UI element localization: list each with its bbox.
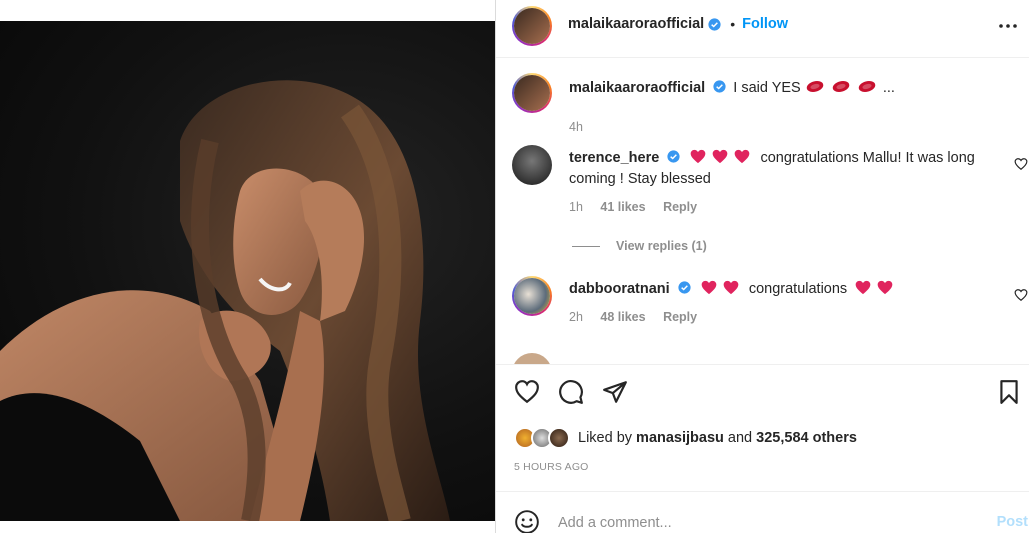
post-details-panel: malaikaaroraofficial • Follow malaikaaro… (495, 0, 1029, 533)
verified-badge-icon (708, 17, 721, 31)
comment-meta: 1h 41 likes Reply (569, 200, 711, 214)
heart-emoji-icon (735, 149, 750, 164)
comment-item: terence_here congratulations Mallu! It w… (496, 145, 1029, 255)
comment-like-heart-icon[interactable] (1014, 288, 1028, 302)
emoji-icon[interactable] (514, 509, 540, 533)
caption-body: I said YES (733, 80, 801, 96)
caption-meta: 4h (569, 120, 597, 134)
comment-time[interactable]: 2h (569, 310, 583, 324)
caption-avatar[interactable] (512, 73, 552, 113)
comment-text: dabbooratnani congratulations (569, 279, 989, 300)
liker-avatars (514, 427, 572, 449)
verified-badge-icon (713, 80, 726, 93)
caption-time[interactable]: 4h (569, 120, 583, 134)
heart-emoji-icon (723, 280, 739, 295)
replies-divider (572, 245, 600, 247)
author-avatar[interactable] (512, 6, 552, 46)
comment-meta: 2h 48 likes Reply (569, 310, 711, 324)
red-heart-emoji-icon (858, 81, 876, 92)
verified-badge-icon (678, 281, 691, 294)
portrait-illustration (0, 80, 450, 521)
verified-badge-icon (667, 150, 680, 163)
comment-like-heart-icon[interactable] (1014, 157, 1028, 171)
comment-username[interactable]: dabbooratnani (569, 281, 670, 297)
liker-avatar[interactable] (548, 427, 570, 449)
caption-text: malaikaaroraofficial I said YES ... (569, 78, 989, 99)
comment-likes[interactable]: 48 likes (600, 310, 645, 324)
add-comment-input[interactable] (558, 512, 978, 533)
comment-composer: Post (496, 491, 1029, 533)
view-replies-label: View replies (1) (616, 239, 707, 253)
author-username[interactable]: malaikaaroraofficial (568, 16, 704, 32)
liked-by-user[interactable]: manasijbasu (636, 430, 724, 446)
caption-item: malaikaaroraofficial I said YES ... 4h (496, 73, 1029, 134)
comment-likes[interactable]: 41 likes (600, 200, 645, 214)
commenter-avatar[interactable] (512, 145, 552, 185)
reply-button[interactable]: Reply (663, 200, 697, 214)
post-header: malaikaaroraofficial • Follow (496, 0, 1029, 58)
heart-emoji-icon (877, 280, 893, 295)
red-heart-emoji-icon (806, 81, 824, 92)
separator-dot: • (730, 16, 736, 32)
heart-emoji-icon (855, 280, 871, 295)
heart-emoji-icon (691, 149, 706, 164)
post-actions: Liked by manasijbasu and 325,584 others … (496, 364, 1029, 502)
comment-body: congratulations (748, 281, 848, 297)
comment-text: terence_here congratulations Mallu! It w… (569, 148, 989, 190)
post-media-panel (0, 0, 495, 533)
caption-username[interactable]: malaikaaroraofficial (569, 80, 705, 96)
post-photo[interactable] (0, 21, 495, 521)
post-timestamp[interactable]: 5 HOURS AGO (514, 461, 589, 473)
heart-icon[interactable] (514, 379, 540, 405)
liked-by-and: and (727, 430, 753, 446)
red-heart-emoji-icon (832, 81, 850, 92)
comment-username[interactable]: terence_here (569, 150, 659, 166)
post-comment-button[interactable]: Post (997, 514, 1028, 530)
reply-button[interactable]: Reply (663, 310, 697, 324)
heart-emoji-icon (713, 149, 728, 164)
commenter-avatar[interactable] (512, 276, 552, 316)
comment-icon[interactable] (558, 379, 584, 405)
more-horizontal-icon[interactable] (996, 14, 1020, 38)
comment-time[interactable]: 1h (569, 200, 583, 214)
bookmark-icon[interactable] (996, 379, 1022, 405)
liked-by-prefix: Liked by (578, 430, 633, 446)
caption-ellipsis: ... (882, 80, 895, 96)
heart-emoji-icon (701, 280, 717, 295)
liked-by-summary: Liked by manasijbasu and 325,584 others (514, 427, 857, 449)
comments-list[interactable]: malaikaaroraofficial I said YES ... 4h t… (496, 59, 1029, 364)
view-replies-button[interactable]: View replies (1) (572, 239, 707, 253)
follow-button[interactable]: Follow (742, 16, 788, 32)
likes-count[interactable]: 325,584 others (756, 430, 857, 446)
comment-item: dabbooratnani congratulations 2h 48 like… (496, 276, 1029, 356)
share-icon[interactable] (602, 379, 628, 405)
